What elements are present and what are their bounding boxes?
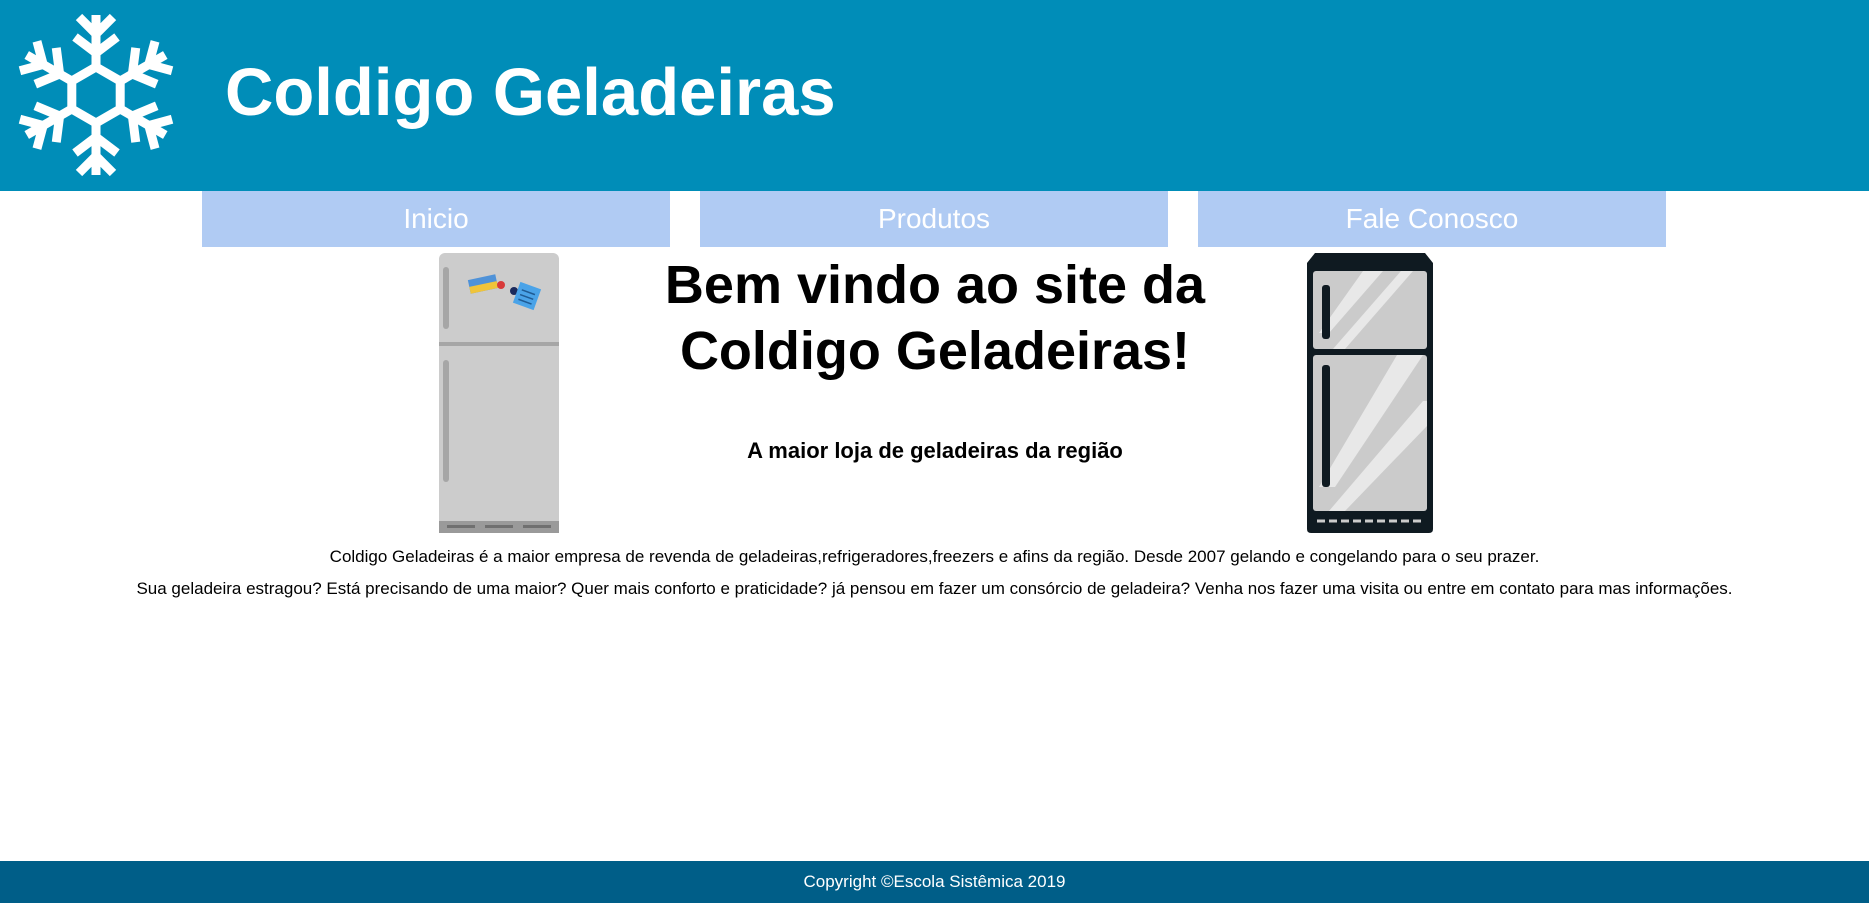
nav-item-fale-conosco[interactable]: Fale Conosco — [1198, 191, 1666, 247]
fridge-icon — [439, 253, 559, 533]
site-footer: Copyright ©Escola Sistêmica 2019 — [0, 861, 1869, 903]
snowflake-icon — [18, 13, 174, 177]
info-paragraph: Sua geladeira estragou? Está precisando … — [136, 579, 1733, 598]
tagline: A maior loja de geladeiras da região — [747, 438, 1123, 463]
nav-item-inicio[interactable]: Inicio — [202, 191, 670, 247]
site-header: Coldigo Geladeiras — [0, 0, 1869, 191]
welcome-heading: Bem vindo ao site da Coldigo Geladeiras! — [664, 255, 1206, 381]
intro-paragraph: Coldigo Geladeiras é a maior empresa de … — [329, 547, 1540, 566]
nav-item-produtos[interactable]: Produtos — [700, 191, 1168, 247]
site-title: Coldigo Geladeiras — [225, 55, 836, 130]
copyright-text: Copyright ©Escola Sistêmica 2019 — [803, 872, 1066, 891]
fridge-icon — [1307, 253, 1433, 533]
